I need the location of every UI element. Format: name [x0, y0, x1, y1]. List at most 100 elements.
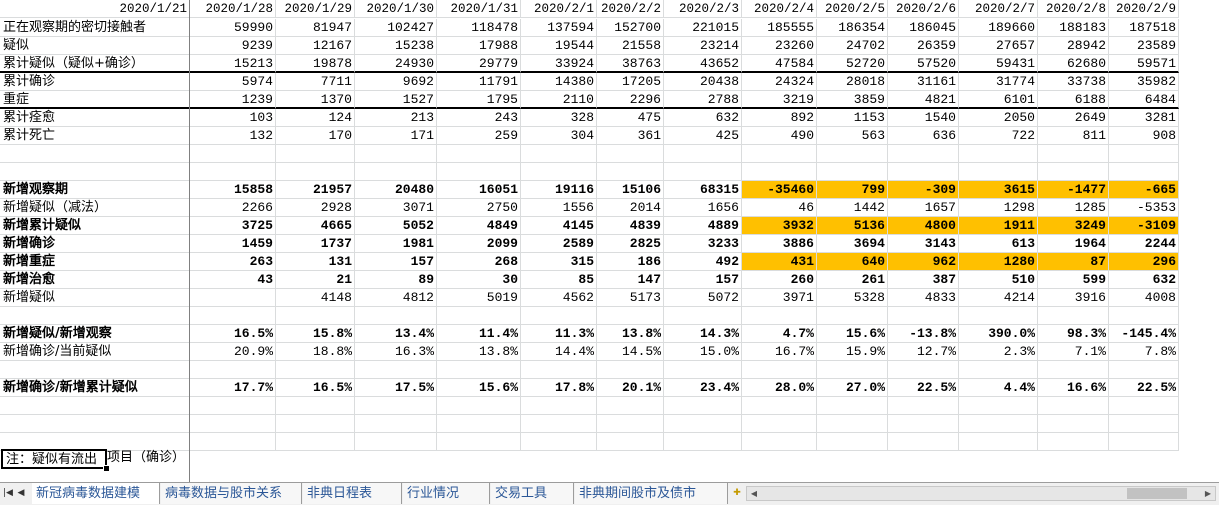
- data-cell[interactable]: [276, 145, 355, 163]
- data-cell[interactable]: [521, 307, 597, 325]
- data-cell[interactable]: [817, 307, 888, 325]
- data-cell[interactable]: [817, 397, 888, 415]
- data-cell[interactable]: [276, 307, 355, 325]
- data-cell[interactable]: [664, 415, 742, 433]
- data-cell[interactable]: 20.9%: [190, 343, 276, 361]
- data-cell[interactable]: 4145: [521, 217, 597, 235]
- data-cell[interactable]: 7.8%: [1109, 343, 1179, 361]
- row-label-cell[interactable]: [0, 307, 190, 325]
- row-label-cell[interactable]: 新增疑似: [0, 289, 190, 307]
- data-cell[interactable]: 15106: [597, 181, 664, 199]
- data-cell[interactable]: 21957: [276, 181, 355, 199]
- data-cell[interactable]: 7.1%: [1038, 343, 1109, 361]
- data-cell[interactable]: 475: [597, 109, 664, 127]
- data-cell[interactable]: 6188: [1038, 91, 1109, 109]
- data-cell[interactable]: [888, 163, 959, 181]
- data-cell[interactable]: [1109, 415, 1179, 433]
- header-date-cell[interactable]: 2020/2/4: [742, 0, 817, 18]
- data-cell[interactable]: 19878: [276, 55, 355, 73]
- data-cell[interactable]: 632: [1109, 271, 1179, 289]
- data-cell[interactable]: -5353: [1109, 199, 1179, 217]
- row-label-cell[interactable]: 新增疑似/新增观察: [0, 325, 190, 343]
- data-cell[interactable]: 11791: [437, 73, 521, 91]
- data-cell[interactable]: 2649: [1038, 109, 1109, 127]
- data-cell[interactable]: 185555: [742, 19, 817, 37]
- data-cell[interactable]: [1109, 433, 1179, 451]
- data-cell[interactable]: 5136: [817, 217, 888, 235]
- data-cell[interactable]: 492: [664, 253, 742, 271]
- data-cell[interactable]: 15.6%: [437, 379, 521, 397]
- data-cell[interactable]: [190, 415, 276, 433]
- data-cell[interactable]: 4839: [597, 217, 664, 235]
- header-date-cell[interactable]: 2020/2/8: [1038, 0, 1109, 18]
- data-cell[interactable]: 490: [742, 127, 817, 145]
- row-label-cell[interactable]: 疑似: [0, 37, 190, 55]
- data-cell[interactable]: 296: [1109, 253, 1179, 271]
- data-cell[interactable]: 2750: [437, 199, 521, 217]
- sheet-tab[interactable]: 病毒数据与股市关系: [161, 483, 302, 504]
- row-label-cell[interactable]: 新增治愈: [0, 271, 190, 289]
- data-cell[interactable]: [817, 163, 888, 181]
- data-cell[interactable]: 59990: [190, 19, 276, 37]
- data-cell[interactable]: 21: [276, 271, 355, 289]
- data-cell[interactable]: 15.9%: [817, 343, 888, 361]
- scroll-left-icon[interactable]: ◀: [747, 487, 761, 500]
- data-cell[interactable]: 4812: [355, 289, 437, 307]
- data-cell[interactable]: 892: [742, 109, 817, 127]
- tab-scroll-first-icon[interactable]: |◀: [2, 486, 14, 500]
- data-cell[interactable]: 43652: [664, 55, 742, 73]
- data-cell[interactable]: 3932: [742, 217, 817, 235]
- data-cell[interactable]: 14.3%: [664, 325, 742, 343]
- data-cell[interactable]: [888, 415, 959, 433]
- data-cell[interactable]: 3859: [817, 91, 888, 109]
- data-cell[interactable]: 563: [817, 127, 888, 145]
- data-cell[interactable]: 22.5%: [1109, 379, 1179, 397]
- data-cell[interactable]: [355, 163, 437, 181]
- data-cell[interactable]: 962: [888, 253, 959, 271]
- data-cell[interactable]: [437, 163, 521, 181]
- data-cell[interactable]: 4800: [888, 217, 959, 235]
- data-cell[interactable]: [597, 307, 664, 325]
- data-cell[interactable]: [1038, 145, 1109, 163]
- data-cell[interactable]: 5019: [437, 289, 521, 307]
- data-cell[interactable]: 3916: [1038, 289, 1109, 307]
- header-date-cell[interactable]: 2020/2/2: [597, 0, 664, 18]
- data-cell[interactable]: 85: [521, 271, 597, 289]
- data-cell[interactable]: -3109: [1109, 217, 1179, 235]
- data-cell[interactable]: 102427: [355, 19, 437, 37]
- data-cell[interactable]: 13.4%: [355, 325, 437, 343]
- data-cell[interactable]: 170: [276, 127, 355, 145]
- scrollbar-thumb[interactable]: [1127, 488, 1187, 499]
- data-cell[interactable]: 17988: [437, 37, 521, 55]
- row-label-cell[interactable]: 累计确诊: [0, 73, 190, 91]
- data-cell[interactable]: [276, 163, 355, 181]
- data-cell[interactable]: 31774: [959, 73, 1038, 91]
- data-cell[interactable]: 5328: [817, 289, 888, 307]
- data-cell[interactable]: 17.7%: [190, 379, 276, 397]
- data-cell[interactable]: 131: [276, 253, 355, 271]
- data-cell[interactable]: [664, 145, 742, 163]
- data-cell[interactable]: [597, 397, 664, 415]
- data-cell[interactable]: [437, 361, 521, 379]
- data-cell[interactable]: 3694: [817, 235, 888, 253]
- data-cell[interactable]: [521, 415, 597, 433]
- data-cell[interactable]: 799: [817, 181, 888, 199]
- data-cell[interactable]: 17205: [597, 73, 664, 91]
- data-cell[interactable]: 390.0%: [959, 325, 1038, 343]
- data-cell[interactable]: 16.5%: [276, 379, 355, 397]
- data-cell[interactable]: 22.5%: [888, 379, 959, 397]
- data-cell[interactable]: [597, 361, 664, 379]
- data-cell[interactable]: 15858: [190, 181, 276, 199]
- data-cell[interactable]: 632: [664, 109, 742, 127]
- data-cell[interactable]: 2099: [437, 235, 521, 253]
- new-sheet-icon[interactable]: ✚: [730, 486, 744, 500]
- data-cell[interactable]: [888, 397, 959, 415]
- data-cell[interactable]: 908: [1109, 127, 1179, 145]
- data-cell[interactable]: 328: [521, 109, 597, 127]
- data-cell[interactable]: [276, 397, 355, 415]
- data-cell[interactable]: 4821: [888, 91, 959, 109]
- data-cell[interactable]: 1556: [521, 199, 597, 217]
- data-cell[interactable]: 3971: [742, 289, 817, 307]
- data-cell[interactable]: [190, 145, 276, 163]
- data-cell[interactable]: [521, 433, 597, 451]
